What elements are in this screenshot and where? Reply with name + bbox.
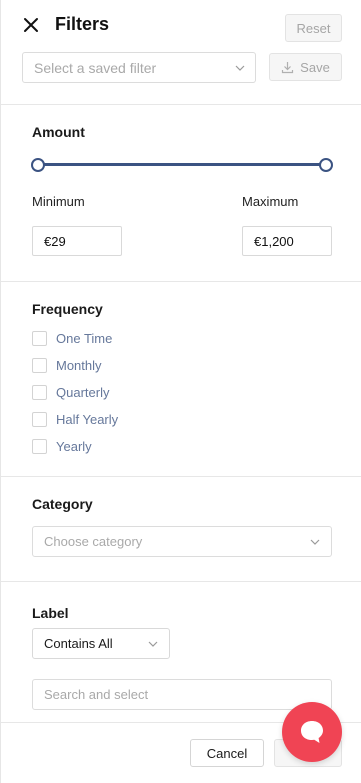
slider-max-handle[interactable] xyxy=(319,158,333,172)
frequency-option[interactable]: Monthly xyxy=(32,357,102,373)
category-title: Category xyxy=(32,496,93,512)
slider-track xyxy=(38,163,326,166)
frequency-option-label: Quarterly xyxy=(56,384,110,400)
label-match-mode-value: Contains All xyxy=(44,636,113,651)
frequency-option-label: Yearly xyxy=(56,438,92,454)
category-placeholder: Choose category xyxy=(44,534,143,549)
divider xyxy=(1,281,361,282)
chevron-down-icon xyxy=(235,65,245,71)
maximum-amount-input[interactable]: €1,200 xyxy=(242,226,332,256)
saved-filter-placeholder: Select a saved filter xyxy=(34,59,157,76)
reset-button[interactable]: Reset xyxy=(285,14,342,42)
label-search-input[interactable]: Search and select xyxy=(32,679,332,710)
amount-title: Amount xyxy=(32,124,85,140)
divider xyxy=(1,581,361,582)
save-label: Save xyxy=(300,59,330,75)
save-filter-button[interactable]: Save xyxy=(269,53,342,81)
divider xyxy=(1,476,361,477)
close-button[interactable] xyxy=(21,15,41,35)
chevron-down-icon xyxy=(148,641,158,647)
label-title: Label xyxy=(32,605,69,621)
download-icon xyxy=(282,61,294,73)
checkbox[interactable] xyxy=(32,357,47,373)
checkbox[interactable] xyxy=(32,384,47,400)
chevron-down-icon xyxy=(310,539,320,545)
filters-panel: Filters Reset Select a saved filter Save… xyxy=(0,0,361,783)
checkbox[interactable] xyxy=(32,330,47,346)
frequency-option-label: Half Yearly xyxy=(56,411,119,427)
frequency-option[interactable]: One Time xyxy=(32,330,112,346)
maximum-label: Maximum xyxy=(242,194,299,209)
frequency-option-label: Monthly xyxy=(56,357,102,373)
frequency-option-label: One Time xyxy=(56,330,113,346)
frequency-title: Frequency xyxy=(32,301,103,317)
checkbox[interactable] xyxy=(32,438,47,454)
panel-title: Filters xyxy=(55,14,110,34)
checkbox[interactable] xyxy=(32,411,47,427)
chat-bubble-icon xyxy=(301,721,323,743)
slider-min-handle[interactable] xyxy=(31,158,45,172)
label-match-mode-select[interactable]: Contains All xyxy=(32,628,170,659)
cancel-button[interactable]: Cancel xyxy=(190,739,264,767)
category-select[interactable]: Choose category xyxy=(32,526,332,557)
minimum-amount-input[interactable]: €29 xyxy=(32,226,122,256)
chat-button[interactable] xyxy=(282,702,342,762)
saved-filter-select[interactable]: Select a saved filter xyxy=(22,52,256,83)
close-icon xyxy=(24,18,38,32)
minimum-label: Minimum xyxy=(32,194,85,209)
frequency-option[interactable]: Yearly xyxy=(32,438,92,454)
amount-range-slider[interactable] xyxy=(31,157,333,173)
frequency-option[interactable]: Quarterly xyxy=(32,384,109,400)
label-search-placeholder: Search and select xyxy=(44,687,149,702)
divider xyxy=(1,104,361,105)
frequency-option[interactable]: Half Yearly xyxy=(32,411,118,427)
